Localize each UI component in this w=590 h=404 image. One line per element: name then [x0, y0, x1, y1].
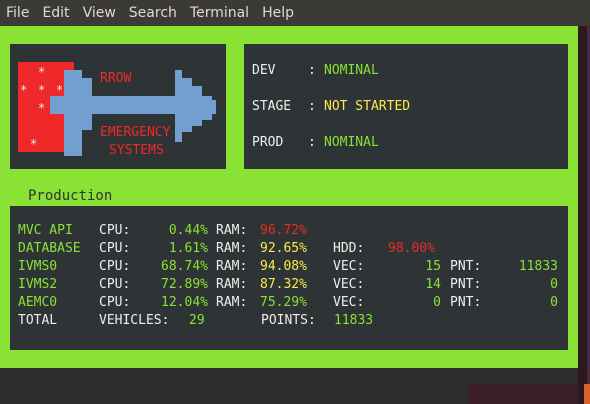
ram-label: RAM:: [216, 259, 248, 274]
logo-arrow-head-2: [192, 86, 202, 126]
cpu-value: 1.61%: [168, 241, 208, 256]
menu-edit[interactable]: Edit: [42, 5, 69, 21]
cpu-value: 72.89%: [161, 277, 208, 292]
vec-label: VEC:: [333, 295, 365, 310]
cpu-label: CPU:: [99, 295, 131, 310]
cpu-label: CPU:: [99, 277, 131, 292]
menu-file[interactable]: File: [6, 5, 29, 21]
logo-star: *: [20, 83, 28, 97]
logo-arrow-lower-stem: [64, 114, 82, 156]
logo-star: *: [30, 137, 38, 151]
pnt-label: PNT:: [450, 295, 482, 310]
ram-label: RAM:: [216, 241, 248, 256]
logo-panel: * * * * * * RROW EMERGENCY SYSTEMS: [10, 44, 226, 169]
cpu-value: 0.44%: [168, 223, 208, 238]
status-env-dev: DEV: [252, 63, 276, 78]
cpu-label: CPU:: [99, 223, 131, 238]
cpu-value: 68.74%: [161, 259, 208, 274]
ram-value: 92.65%: [260, 241, 307, 256]
pnt-value: 0: [550, 295, 558, 310]
terminal-bottom-shade: [468, 384, 578, 404]
status-env-prod: PROD: [252, 135, 284, 150]
pnt-label: PNT:: [450, 259, 482, 274]
cpu-label: CPU:: [99, 241, 131, 256]
logo-arrow-head-1: [182, 78, 192, 132]
vehicles-label: VEHICLES:: [99, 313, 170, 328]
hdd-label: HDD:: [333, 241, 365, 256]
menu-terminal[interactable]: Terminal: [190, 5, 249, 21]
ram-label: RAM:: [216, 223, 248, 238]
ram-label: RAM:: [216, 295, 248, 310]
logo-text-emergency: EMERGENCY: [100, 125, 171, 140]
logo-arrow-head-4: [210, 100, 216, 114]
status-value-stage: NOT STARTED: [324, 99, 411, 114]
logo-arrow-post-right: [175, 70, 182, 142]
vec-value: 15: [425, 259, 441, 274]
production-panel: MVC API CPU: 0.44% RAM: 96.72% DATABASE …: [10, 206, 568, 350]
vec-value: 0: [433, 295, 441, 310]
logo-star: *: [38, 65, 46, 79]
environment-status-panel: DEV : NOMINAL STAGE : NOT STARTED PROD :…: [244, 44, 568, 169]
status-colon: :: [308, 99, 316, 114]
total-label: TOTAL: [18, 313, 58, 328]
ram-value: 96.72%: [260, 223, 307, 238]
pnt-value: 0: [550, 277, 558, 292]
status-colon: :: [308, 63, 316, 78]
cpu-value: 12.04%: [161, 295, 208, 310]
menu-view[interactable]: View: [83, 5, 116, 21]
pnt-label: PNT:: [450, 277, 482, 292]
points-value: 11833: [334, 313, 374, 328]
status-colon: :: [308, 135, 316, 150]
vec-value: 14: [425, 277, 441, 292]
logo-star: *: [38, 83, 46, 97]
row-name: MVC API: [18, 223, 73, 238]
vehicles-value: 29: [189, 313, 205, 328]
menu-bar: File Edit View Search Terminal Help: [0, 0, 590, 26]
vec-label: VEC:: [333, 277, 365, 292]
status-value-dev: NOMINAL: [324, 63, 379, 78]
dashboard-frame: * * * * * * RROW EMERGENCY SYSTEMS DEV :…: [0, 26, 578, 368]
section-title-production: Production: [28, 188, 113, 204]
ram-value: 87.32%: [260, 277, 307, 292]
ram-value: 75.29%: [260, 295, 307, 310]
hdd-value: 98.00%: [388, 241, 435, 256]
ram-label: RAM:: [216, 277, 248, 292]
row-name: AEMC0: [18, 295, 58, 310]
status-value-prod: NOMINAL: [324, 135, 379, 150]
vec-label: VEC:: [333, 259, 365, 274]
logo-arrow-upper-post: [82, 78, 92, 96]
row-name: IVMS2: [18, 277, 58, 292]
menu-help[interactable]: Help: [262, 5, 294, 21]
ram-value: 94.08%: [260, 259, 307, 274]
logo-text-systems: SYSTEMS: [109, 143, 164, 158]
pnt-value: 11833: [518, 259, 558, 274]
desktop-edge: [584, 384, 590, 404]
points-label: POINTS:: [261, 313, 316, 328]
logo-star: *: [56, 83, 64, 97]
status-env-stage: STAGE: [252, 99, 292, 114]
logo-star: *: [38, 101, 46, 115]
row-name: IVMS0: [18, 259, 58, 274]
menu-search[interactable]: Search: [129, 5, 177, 21]
logo-arrow-lower-post: [82, 114, 92, 130]
row-name: DATABASE: [18, 241, 81, 256]
scrollbar[interactable]: [578, 26, 590, 404]
logo-text-rrow: RROW: [100, 71, 132, 86]
cpu-label: CPU:: [99, 259, 131, 274]
logo-arrow-upper-stem: [64, 70, 82, 96]
